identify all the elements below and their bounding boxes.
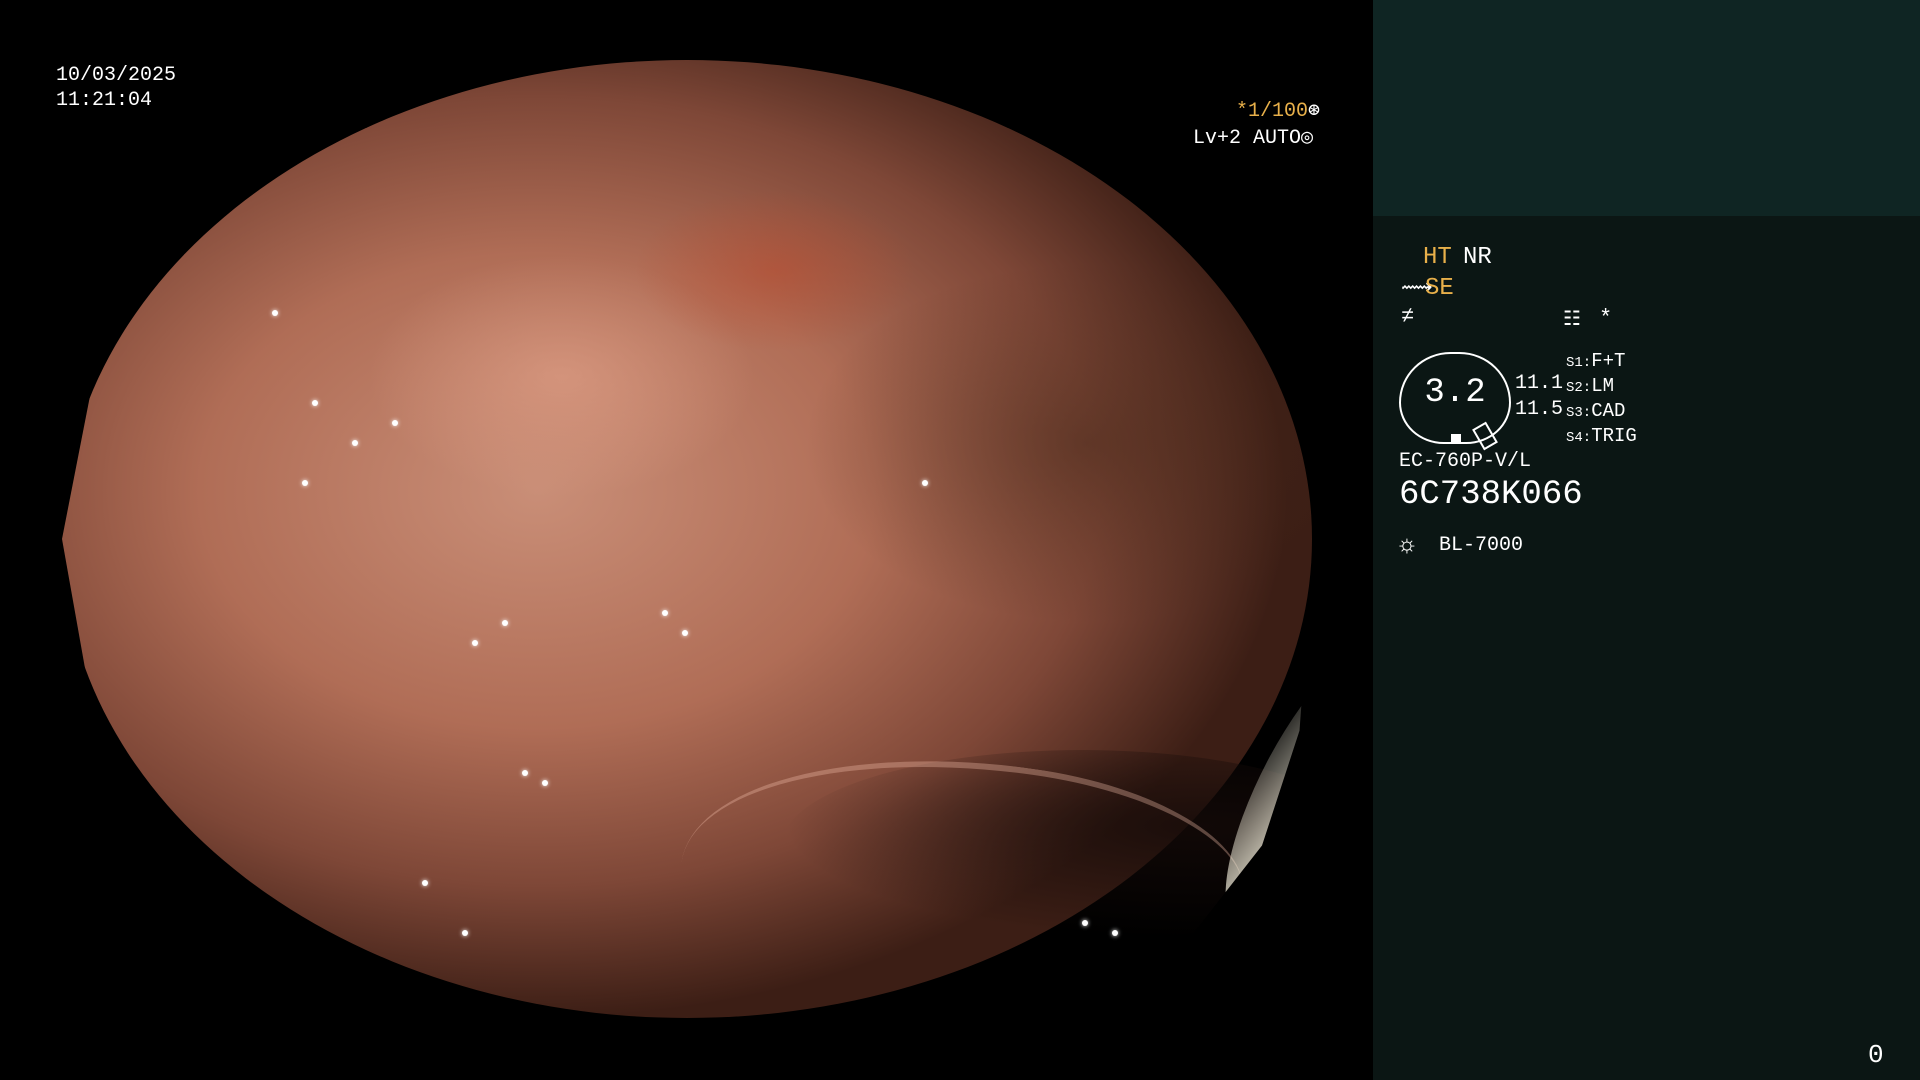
ht-indicator: HT: [1423, 244, 1452, 271]
specular-highlight: [312, 400, 318, 406]
specular-highlight: [522, 770, 528, 776]
specular-highlight: [662, 610, 668, 616]
iris-level: Lv+2 AUTO◎: [1193, 127, 1313, 151]
readout-value-1: 11.1: [1515, 372, 1564, 395]
zoom-value: 3.2: [1424, 374, 1486, 412]
slot-value: F+T: [1591, 350, 1626, 372]
slot-value: TRIG: [1591, 425, 1637, 447]
slot-key: S3:: [1566, 405, 1592, 421]
specular-highlight: [682, 630, 688, 636]
nr-indicator: NR: [1463, 244, 1492, 271]
iris-level-value: Lv+2 AUTO: [1193, 127, 1302, 150]
specular-highlight: [302, 480, 308, 486]
slot-key: S1:: [1566, 355, 1592, 371]
specular-highlight: [472, 640, 478, 646]
slot-key: S4:: [1566, 430, 1592, 446]
light-source-model: BL-7000: [1439, 534, 1524, 557]
specular-highlight: [352, 440, 358, 446]
info-panel: HT NR ⟿ SE ≠ ☷ * 3.2 11.1 11.5 S1:F+T S2…: [1373, 0, 1920, 1080]
specular-highlight: [542, 780, 548, 786]
shutter-speed-value: *1/100: [1235, 100, 1308, 123]
dial-marker-icon: [1451, 434, 1461, 442]
star-indicator: *: [1599, 306, 1613, 331]
zoom-dial: 3.2: [1399, 352, 1511, 451]
specular-highlight: [502, 620, 508, 626]
scope-serial: 6C738K066: [1399, 476, 1583, 514]
slot-value: LM: [1591, 375, 1615, 397]
switch-slot-4: S4:TRIG: [1566, 425, 1637, 447]
scope-model: EC-760P-V/L: [1399, 450, 1532, 473]
endoscopic-image: [62, 60, 1312, 1018]
light-source-icon: ☼: [1399, 530, 1415, 560]
shutter-speed: *1/100⊛: [1160, 100, 1320, 124]
specular-highlight: [1112, 930, 1118, 936]
wave-icon: ≠: [1401, 304, 1415, 329]
iris-icon: ◎: [1301, 127, 1314, 150]
date-display: 10/03/2025: [56, 64, 177, 87]
se-indicator: SE: [1425, 275, 1454, 302]
switch-slot-3: S3:CAD: [1566, 400, 1625, 422]
specular-highlight: [922, 480, 928, 486]
settings-menu-icon: ☷: [1563, 309, 1581, 332]
slot-value: CAD: [1591, 400, 1626, 422]
switch-slot-1: S1:F+T: [1566, 350, 1625, 372]
dial-needle-icon: [1472, 421, 1498, 451]
specular-highlight: [462, 930, 468, 936]
image-counter: 0: [1868, 1040, 1884, 1070]
specular-highlight: [422, 880, 428, 886]
time-display: 11:21:04: [56, 89, 153, 112]
specular-highlight: [392, 420, 398, 426]
panel-header-area: [1373, 0, 1920, 216]
specular-highlight: [272, 310, 278, 316]
specular-highlight: [1082, 920, 1088, 926]
aperture-icon: ⊛: [1307, 100, 1320, 123]
endoscope-view: 10/03/2025 11:21:04 *1/100⊛ Lv+2 AUTO◎: [0, 0, 1373, 1080]
readout-value-2: 11.5: [1515, 398, 1564, 421]
switch-slot-2: S2:LM: [1566, 375, 1614, 397]
slot-key: S2:: [1566, 380, 1592, 396]
